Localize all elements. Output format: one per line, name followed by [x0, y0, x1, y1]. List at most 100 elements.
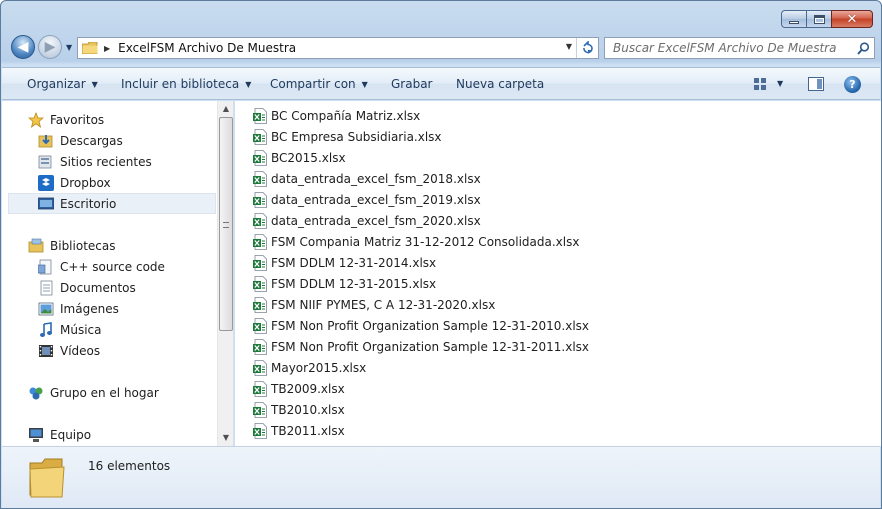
- close-button[interactable]: ✕: [831, 10, 873, 28]
- sidebar-item-recent-places[interactable]: Sitios recientes: [38, 151, 233, 172]
- search-input[interactable]: [605, 41, 852, 55]
- excel-file-icon: [253, 150, 267, 166]
- file-item[interactable]: data_entrada_excel_fsm_2018.xlsx: [253, 169, 481, 189]
- folder-icon: [82, 42, 98, 54]
- maximize-button[interactable]: [806, 10, 832, 28]
- sidebar-item-dropbox[interactable]: Dropbox: [38, 172, 233, 193]
- sidebar-item-music[interactable]: Música: [38, 319, 233, 340]
- file-item[interactable]: TB2009.xlsx: [253, 379, 345, 399]
- grip-icon: [223, 222, 229, 228]
- file-name: BC Compañía Matriz.xlsx: [271, 109, 421, 123]
- help-icon[interactable]: ?: [844, 76, 861, 93]
- file-item[interactable]: Mayor2015.xlsx: [253, 358, 366, 378]
- file-item[interactable]: TB2011.xlsx: [253, 421, 345, 441]
- burn-button[interactable]: Grabar: [391, 77, 433, 91]
- sidebar-label: Grupo en el hogar: [50, 385, 159, 400]
- scroll-up-arrow-icon[interactable]: ▲: [218, 101, 233, 117]
- sidebar-item-videos[interactable]: Vídeos: [38, 340, 233, 361]
- file-name: FSM DDLM 12-31-2015.xlsx: [271, 277, 437, 291]
- sidebar-label: Vídeos: [60, 343, 101, 358]
- sidebar-item-favorites[interactable]: Favoritos: [28, 109, 233, 130]
- back-button[interactable]: ◀: [11, 35, 35, 59]
- sidebar-label: Documentos: [60, 280, 136, 295]
- back-arrow-icon: ◀: [17, 39, 29, 55]
- recent-pages-dropdown[interactable]: ▼: [66, 43, 72, 52]
- sidebar-label: Descargas: [60, 133, 123, 148]
- scroll-down-arrow-icon[interactable]: ▼: [218, 430, 233, 446]
- libraries-icon: [28, 238, 44, 254]
- item-count: 16 elementos: [88, 459, 171, 473]
- sidebar-label: Dropbox: [60, 175, 111, 190]
- sidebar-label: Imágenes: [60, 301, 119, 316]
- navigation-pane-scrollbar[interactable]: ▲ ▼: [217, 101, 233, 446]
- scrollbar-thumb[interactable]: [219, 117, 233, 331]
- chevron-down-icon: ▼: [91, 80, 98, 89]
- include-library-menu[interactable]: Incluir en biblioteca ▼: [121, 77, 251, 91]
- change-view-icon[interactable]: [754, 77, 768, 91]
- file-item[interactable]: data_entrada_excel_fsm_2020.xlsx: [253, 211, 481, 231]
- file-item[interactable]: FSM NIIF PYMES, C A 12-31-2020.xlsx: [253, 295, 495, 315]
- include-library-label: Incluir en biblioteca: [121, 77, 240, 91]
- library-folder-icon: [38, 259, 54, 275]
- burn-label: Grabar: [391, 77, 433, 91]
- refresh-button[interactable]: [576, 38, 598, 58]
- file-name: FSM NIIF PYMES, C A 12-31-2020.xlsx: [271, 298, 496, 312]
- file-item[interactable]: FSM DDLM 12-31-2015.xlsx: [253, 274, 436, 294]
- new-folder-label: Nueva carpeta: [456, 77, 545, 91]
- new-folder-button[interactable]: Nueva carpeta: [456, 77, 544, 91]
- file-item[interactable]: TB2010.xlsx: [253, 400, 345, 420]
- refresh-icon: [582, 41, 593, 54]
- file-item[interactable]: FSM DDLM 12-31-2014.xlsx: [253, 253, 436, 273]
- caption-buttons: ✕: [781, 10, 873, 28]
- forward-button[interactable]: ▶: [38, 35, 62, 59]
- sidebar-item-desktop[interactable]: Escritorio: [8, 193, 216, 214]
- share-label: Compartir con: [270, 77, 356, 91]
- sidebar-label: Sitios recientes: [60, 154, 152, 169]
- file-name: Mayor2015.xlsx: [271, 361, 367, 375]
- address-bar[interactable]: ▶ ExcelFSM Archivo De Muestra ▼: [77, 37, 599, 59]
- dropbox-icon: [38, 174, 54, 191]
- file-item[interactable]: BC Empresa Subsidiaria.xlsx: [253, 127, 442, 147]
- file-name: FSM DDLM 12-31-2014.xlsx: [271, 256, 437, 270]
- file-name: TB2011.xlsx: [271, 424, 345, 438]
- organize-label: Organizar: [27, 77, 86, 91]
- search-icon[interactable]: [852, 38, 874, 58]
- file-item[interactable]: BC2015.xlsx: [253, 148, 346, 168]
- sidebar-item-downloads[interactable]: Descargas: [38, 130, 233, 151]
- view-options-dropdown[interactable]: ▼: [777, 79, 783, 88]
- sidebar-item-libraries[interactable]: Bibliotecas: [28, 235, 233, 256]
- sidebar-item-pictures[interactable]: Imágenes: [38, 298, 233, 319]
- file-item[interactable]: data_entrada_excel_fsm_2019.xlsx: [253, 190, 481, 210]
- organize-menu[interactable]: Organizar ▼: [27, 77, 98, 91]
- sidebar-label: Música: [60, 322, 102, 337]
- address-history-dropdown[interactable]: ▼: [566, 42, 572, 51]
- file-item[interactable]: FSM Non Profit Organization Sample 12-31…: [253, 337, 589, 357]
- file-name: BC2015.xlsx: [271, 151, 346, 165]
- homegroup-icon: [28, 385, 44, 401]
- sidebar-item-documents[interactable]: Documentos: [38, 277, 233, 298]
- file-name: data_entrada_excel_fsm_2018.xlsx: [271, 172, 481, 186]
- sidebar-item-cpp-source-code[interactable]: C++ source code: [38, 256, 233, 277]
- breadcrumb-current[interactable]: ExcelFSM Archivo De Muestra: [118, 41, 296, 55]
- computer-icon: [28, 427, 44, 443]
- file-item[interactable]: FSM Compania Matriz 31-12-2012 Consolida…: [253, 232, 579, 252]
- documents-icon: [38, 280, 54, 296]
- desktop-icon: [38, 196, 54, 212]
- sidebar-label: Equipo: [50, 427, 92, 442]
- file-name: data_entrada_excel_fsm_2019.xlsx: [271, 193, 481, 207]
- file-item[interactable]: BC Compañía Matriz.xlsx: [253, 106, 420, 126]
- search-box[interactable]: [604, 37, 875, 59]
- excel-file-icon: [253, 360, 267, 376]
- music-icon: [38, 321, 54, 338]
- sidebar-item-computer[interactable]: Equipo: [28, 424, 233, 445]
- videos-icon: [38, 343, 54, 359]
- sidebar-item-homegroup[interactable]: Grupo en el hogar: [28, 382, 233, 403]
- share-menu[interactable]: Compartir con ▼: [270, 77, 368, 91]
- file-name: TB2009.xlsx: [271, 382, 345, 396]
- breadcrumb-separator-icon[interactable]: ▶: [104, 44, 110, 53]
- forward-arrow-icon: ▶: [44, 39, 56, 55]
- file-item[interactable]: FSM Non Profit Organization Sample 12-31…: [253, 316, 589, 336]
- star-icon: [28, 111, 44, 128]
- minimize-button[interactable]: [781, 10, 807, 28]
- preview-pane-icon[interactable]: [808, 77, 824, 91]
